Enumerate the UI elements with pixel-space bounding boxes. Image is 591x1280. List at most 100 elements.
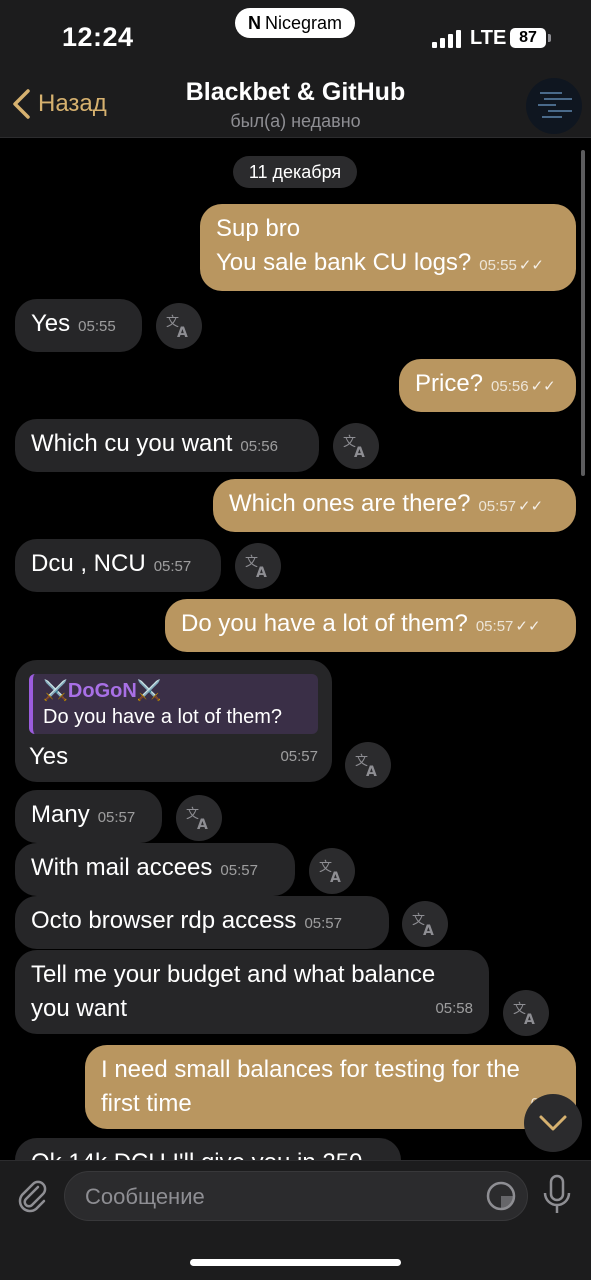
message-time: 05:57: [304, 915, 342, 932]
message-text: Do you have a lot of them?: [181, 610, 468, 637]
message-text: With mail accees: [31, 854, 213, 881]
sticker-icon[interactable]: [485, 1180, 517, 1212]
battery-tip: [548, 34, 551, 42]
message-bubble-outgoing[interactable]: Which ones are there? 05:57 ✓✓: [213, 479, 576, 532]
svg-text:A: A: [197, 817, 208, 831]
translate-button[interactable]: 文A: [156, 303, 202, 349]
message-time: 05:58: [435, 1000, 473, 1017]
translate-icon: 文A: [513, 1002, 535, 1026]
message-bubble-incoming[interactable]: Yes 05:55: [15, 299, 142, 352]
message-text: Dcu , NCU: [31, 550, 146, 577]
battery-icon: 87: [510, 28, 546, 48]
message-bubble-outgoing[interactable]: Sup bro You sale bank CU logs? 05:55 ✓✓: [200, 204, 576, 291]
date-chip: 11 декабря: [233, 156, 357, 188]
translate-icon: 文A: [343, 435, 365, 459]
paperclip-icon[interactable]: [14, 1177, 50, 1213]
message-time: 05:57: [280, 748, 318, 765]
message-text: Many: [31, 801, 90, 828]
message-text: Octo browser rdp access: [31, 907, 297, 934]
translate-icon: 文A: [166, 315, 188, 339]
message-text: Price?: [415, 370, 484, 397]
double-check-icon: ✓✓: [530, 378, 556, 395]
message-time: 05:57: [220, 862, 258, 879]
message-bubble-incoming[interactable]: Dcu , NCU 05:57: [15, 539, 221, 592]
signal-icon: [432, 30, 461, 48]
network-label: LTE: [470, 27, 507, 49]
message-text: Yes: [29, 743, 69, 770]
message-text: you want: [31, 995, 128, 1022]
message-time: 05:57: [478, 498, 517, 515]
message-text: Yes: [31, 310, 71, 337]
message-bubble-incoming[interactable]: With mail accees 05:57: [15, 843, 295, 896]
translate-icon: 文A: [355, 754, 377, 778]
translate-button[interactable]: 文A: [345, 742, 391, 788]
message-text: Sup bro: [216, 215, 301, 242]
message-text: Which cu you want: [31, 430, 233, 457]
microphone-icon[interactable]: [540, 1173, 574, 1217]
chat-status: был(а) недавно: [230, 111, 361, 131]
translate-button[interactable]: 文A: [333, 423, 379, 469]
chat-title-area[interactable]: Blackbet & GitHub был(а) недавно: [150, 78, 441, 132]
message-bubble-incoming[interactable]: Tell me your budget and what balance you…: [15, 950, 489, 1034]
chat-title: Blackbet & GitHub: [185, 78, 406, 106]
nicegram-logo-icon: N: [247, 12, 261, 33]
chevron-down-icon: [539, 1115, 567, 1131]
message-time: 05:57: [97, 809, 136, 826]
message-clip: Ok 14k DCU I'll give you in 250: [0, 1138, 591, 1160]
chevron-left-icon: [13, 89, 30, 119]
message-time: 05:55: [479, 257, 517, 274]
message-field[interactable]: [64, 1171, 528, 1221]
message-time: 05:55: [78, 318, 116, 335]
message-time: 05:56: [491, 378, 529, 395]
double-check-icon: ✓✓: [518, 257, 544, 274]
home-indicator[interactable]: [190, 1259, 401, 1266]
message-bubble-outgoing[interactable]: Price? 05:56 ✓✓: [399, 359, 576, 412]
chat-header: Назад Blackbet & GitHub был(а) недавно: [0, 70, 591, 138]
double-check-icon: ✓✓: [518, 498, 544, 515]
scroll-down-button[interactable]: [524, 1094, 582, 1152]
message-bubble-incoming[interactable]: Many 05:57: [15, 790, 162, 843]
message-bubble-incoming[interactable]: Which cu you want 05:56: [15, 419, 319, 472]
reply-quote[interactable]: ⚔️DoGoN⚔️ Do you have a lot of them?: [29, 674, 318, 734]
double-check-icon: ✓✓: [515, 618, 541, 635]
message-time: 05:57: [475, 618, 514, 635]
app-badge: N Nicegram: [235, 8, 355, 38]
translate-button[interactable]: 文A: [309, 848, 355, 894]
message-bubble-incoming[interactable]: Octo browser rdp access 05:57: [15, 896, 389, 949]
translate-icon: 文A: [319, 860, 341, 884]
scrollbar[interactable]: [581, 150, 585, 476]
translate-button[interactable]: 文A: [176, 795, 222, 841]
status-time: 12:24: [62, 22, 134, 52]
back-button[interactable]: Назад: [10, 88, 107, 120]
translate-button[interactable]: 文A: [503, 990, 549, 1036]
message-time: 05:56: [240, 438, 278, 455]
svg-text:A: A: [256, 565, 267, 579]
svg-text:A: A: [330, 870, 341, 884]
translate-icon: 文A: [245, 555, 267, 579]
message-text: Ok 14k DCU I'll give you in 250: [31, 1149, 362, 1160]
translate-icon: 文A: [186, 807, 208, 831]
status-bar: 12:24 N Nicegram LTE 87: [0, 0, 591, 70]
message-bubble-incoming[interactable]: Ok 14k DCU I'll give you in 250: [15, 1138, 401, 1160]
reply-author: ⚔️DoGoN⚔️: [43, 680, 162, 702]
translate-button[interactable]: 文A: [235, 543, 281, 589]
composer: [0, 1160, 591, 1280]
message-text: first time: [101, 1090, 192, 1117]
message-bubble-incoming[interactable]: ⚔️DoGoN⚔️ Do you have a lot of them? Yes…: [15, 660, 332, 782]
reply-text: Do you have a lot of them?: [43, 706, 283, 728]
message-text: I need small balances for testing for th…: [101, 1056, 520, 1083]
translate-button[interactable]: 文A: [402, 901, 448, 947]
message-time: 05:57: [153, 558, 192, 575]
svg-text:A: A: [524, 1012, 535, 1026]
avatar[interactable]: [526, 78, 582, 134]
translate-icon: 文A: [412, 913, 434, 937]
message-input[interactable]: [85, 1182, 465, 1212]
message-text: Which ones are there?: [229, 490, 471, 517]
message-text: You sale bank CU logs?: [216, 249, 472, 276]
app-badge-label: Nicegram: [264, 12, 343, 33]
svg-text:A: A: [366, 764, 377, 778]
message-bubble-outgoing[interactable]: I need small balances for testing for th…: [85, 1045, 576, 1129]
svg-text:A: A: [423, 923, 434, 937]
back-label: Назад: [38, 90, 107, 117]
message-bubble-outgoing[interactable]: Do you have a lot of them? 05:57 ✓✓: [165, 599, 576, 652]
